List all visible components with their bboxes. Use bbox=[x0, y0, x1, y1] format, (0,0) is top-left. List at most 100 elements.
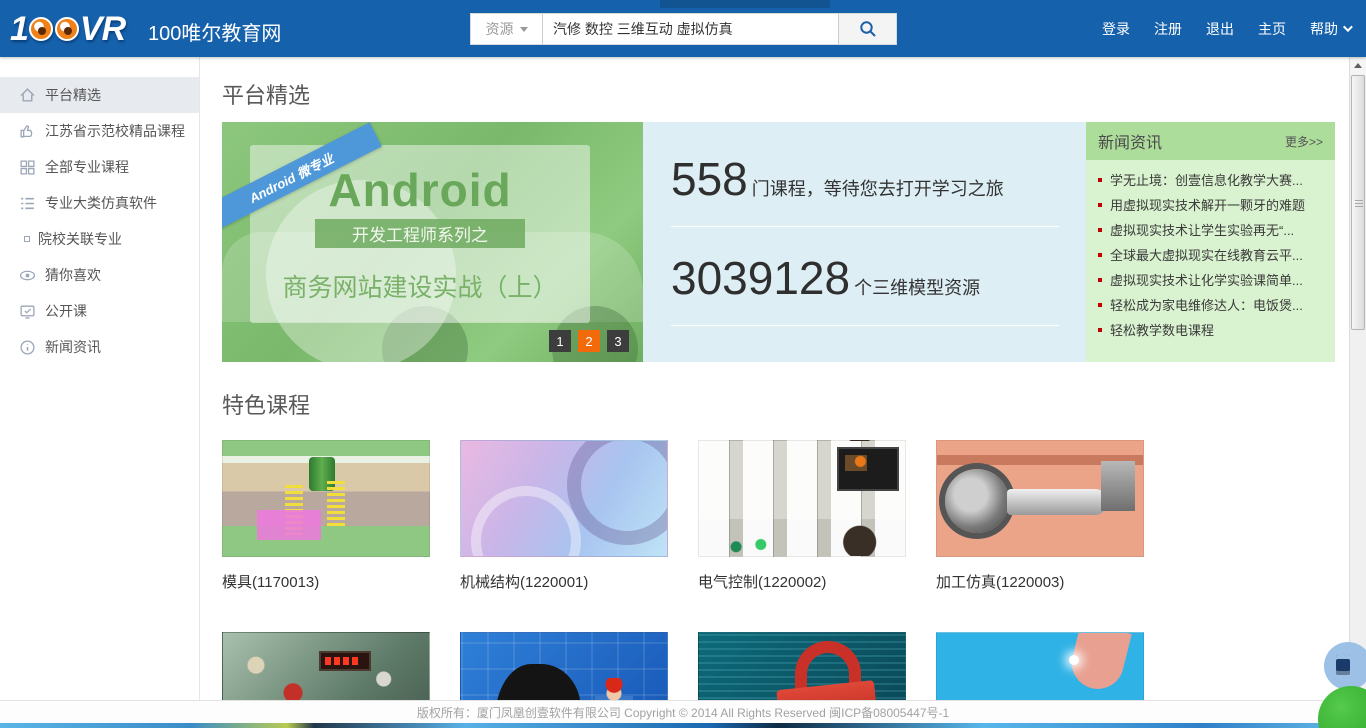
decor bbox=[567, 440, 668, 545]
sidebar-item-guess-you-like[interactable]: 猜你喜欢 bbox=[0, 257, 199, 293]
decor bbox=[945, 469, 1009, 533]
banner-subtitle: 开发工程师系列之 bbox=[315, 219, 525, 248]
section-title-courses: 特色课程 bbox=[222, 388, 310, 420]
sidebar-item-news[interactable]: 新闻资讯 bbox=[0, 329, 199, 365]
divider bbox=[671, 226, 1059, 227]
stat-models-label: 个三维模型资源 bbox=[854, 274, 980, 300]
news-item[interactable]: 轻松教学数电课程 bbox=[1098, 317, 1327, 342]
sidebar: 平台精选 江苏省示范校精品课程 全部专业课程 专业大类仿真软件 院校关联专业 bbox=[0, 57, 200, 700]
login-link[interactable]: 登录 bbox=[1102, 19, 1130, 39]
sidebar-item-label: 专业大类仿真软件 bbox=[45, 193, 157, 213]
course-label: 加工仿真(1220003) bbox=[936, 571, 1144, 592]
sidebar-item-simulation-software[interactable]: 专业大类仿真软件 bbox=[0, 185, 199, 221]
banner-title: Android bbox=[328, 163, 511, 217]
stat-courses-label: 门课程，等待您去打开学习之旅 bbox=[752, 175, 1004, 201]
copyright-text: 版权所有：厦门凤凰创壹软件有限公司 Copyright © 2014 All R… bbox=[417, 704, 949, 721]
sidebar-item-label: 平台精选 bbox=[45, 85, 101, 105]
help-menu[interactable]: 帮助 bbox=[1310, 19, 1350, 39]
course-label: 电气控制(1220002) bbox=[698, 571, 906, 592]
news-item[interactable]: 全球最大虚拟现实在线教育云平... bbox=[1098, 242, 1327, 267]
search-category-label: 资源 bbox=[486, 19, 514, 39]
header-nav: 登录 注册 退出 主页 帮助 bbox=[1102, 0, 1350, 57]
stat-models: 3039128 个三维模型资源 bbox=[671, 251, 1086, 305]
course-card-mold[interactable]: 模具(1170013) bbox=[222, 440, 430, 592]
news-item[interactable]: 虚拟现实技术让化学实验课简单... bbox=[1098, 267, 1327, 292]
search-input[interactable] bbox=[543, 14, 838, 44]
logo-eye-icon bbox=[29, 17, 53, 41]
course-card-machining[interactable]: 加工仿真(1220003) bbox=[936, 440, 1144, 592]
floating-contact-button[interactable] bbox=[1324, 642, 1366, 690]
home-icon bbox=[19, 87, 36, 104]
scrollbar-thumb[interactable] bbox=[1351, 75, 1365, 330]
header-dark-strip bbox=[660, 0, 830, 8]
bullet-icon bbox=[1098, 253, 1102, 257]
carousel-page-1[interactable]: 1 bbox=[549, 330, 571, 352]
course-card-electrical[interactable]: 电气控制(1220002) bbox=[698, 440, 906, 592]
news-header: 新闻资讯 更多>> bbox=[1086, 122, 1335, 160]
news-item[interactable]: 用虚拟现实技术解开一颗牙的难题 bbox=[1098, 192, 1327, 217]
bullet-icon bbox=[1098, 178, 1102, 182]
floating-service-button[interactable] bbox=[1318, 686, 1366, 728]
decor bbox=[257, 510, 321, 540]
news-item[interactable]: 虚拟现实技术让学生实验再无“... bbox=[1098, 217, 1327, 242]
logo-eye-icon bbox=[55, 17, 79, 41]
chevron-down-icon bbox=[1343, 22, 1353, 32]
carousel-page-2[interactable]: 2 bbox=[578, 330, 600, 352]
header: 1 VR 100唯尔教育网 资源 登录 注册 退出 主页 bbox=[0, 0, 1366, 57]
section-title-featured: 平台精选 bbox=[222, 78, 310, 110]
logo[interactable]: 1 VR bbox=[10, 9, 125, 49]
sidebar-item-label: 新闻资讯 bbox=[45, 337, 101, 357]
search-icon bbox=[859, 20, 877, 38]
thumbs-up-icon bbox=[19, 123, 36, 140]
stat-models-number: 3039128 bbox=[671, 251, 850, 305]
banner-caption: 商务网站建设实战（上） bbox=[282, 268, 557, 304]
news-title: 新闻资讯 bbox=[1098, 129, 1162, 153]
decor bbox=[1101, 461, 1135, 511]
eye-icon bbox=[19, 267, 36, 284]
course-card-mechanical[interactable]: 机械结构(1220001) bbox=[460, 440, 668, 592]
news-item[interactable]: 学无止境：创壹信息化教学大赛... bbox=[1098, 167, 1327, 192]
news-more-link[interactable]: 更多>> bbox=[1285, 133, 1323, 150]
banner-carousel[interactable]: Android 开发工程师系列之 商务网站建设实战（上） Android 微专业… bbox=[222, 122, 643, 362]
bullet-icon bbox=[1098, 303, 1102, 307]
bullet-icon bbox=[1098, 228, 1102, 232]
stats-panel: 558 门课程，等待您去打开学习之旅 3039128 个三维模型资源 bbox=[643, 122, 1086, 362]
home-link[interactable]: 主页 bbox=[1258, 19, 1286, 39]
course-image-machining-simulation bbox=[936, 440, 1144, 557]
help-label: 帮助 bbox=[1310, 19, 1338, 39]
news-list: 学无止境：创壹信息化教学大赛... 用虚拟现实技术解开一颗牙的难题 虚拟现实技术… bbox=[1086, 160, 1335, 342]
course-image-mold-3d-model bbox=[222, 440, 430, 557]
divider bbox=[671, 325, 1059, 326]
scroll-up-button[interactable] bbox=[1350, 57, 1366, 74]
sidebar-item-platform-featured[interactable]: 平台精选 bbox=[0, 77, 199, 113]
search-category-dropdown[interactable]: 资源 bbox=[471, 14, 543, 44]
carousel-page-3[interactable]: 3 bbox=[607, 330, 629, 352]
sidebar-item-label: 公开课 bbox=[45, 301, 87, 321]
grid-icon bbox=[19, 159, 36, 176]
decor bbox=[1007, 489, 1107, 515]
vertical-scrollbar[interactable] bbox=[1349, 57, 1366, 728]
logout-link[interactable]: 退出 bbox=[1206, 19, 1234, 39]
sidebar-item-jiangsu-courses[interactable]: 江苏省示范校精品课程 bbox=[0, 113, 199, 149]
decor bbox=[327, 481, 345, 527]
stat-courses-number: 558 bbox=[671, 152, 748, 206]
stat-courses: 558 门课程，等待您去打开学习之旅 bbox=[671, 152, 1086, 206]
bullet-icon bbox=[1098, 203, 1102, 207]
bullet-icon bbox=[1098, 278, 1102, 282]
news-item[interactable]: 轻松成为家电维修达人：电饭煲... bbox=[1098, 292, 1327, 317]
sidebar-item-label: 院校关联专业 bbox=[38, 229, 122, 249]
screen-icon bbox=[19, 303, 36, 320]
site-title: 100唯尔教育网 bbox=[148, 17, 281, 46]
sidebar-item-all-courses[interactable]: 全部专业课程 bbox=[0, 149, 199, 185]
decor bbox=[471, 486, 581, 557]
search-button[interactable] bbox=[838, 14, 896, 44]
triangle-up-icon bbox=[1354, 63, 1362, 68]
chevron-down-icon bbox=[520, 27, 528, 32]
decor bbox=[837, 447, 899, 491]
sidebar-item-open-courses[interactable]: 公开课 bbox=[0, 293, 199, 329]
decor bbox=[319, 651, 371, 671]
sidebar-item-college-majors[interactable]: 院校关联专业 bbox=[0, 221, 199, 257]
register-link[interactable]: 注册 bbox=[1154, 19, 1182, 39]
info-icon bbox=[19, 339, 36, 356]
page: 1 VR 100唯尔教育网 资源 登录 注册 退出 主页 bbox=[0, 0, 1366, 728]
